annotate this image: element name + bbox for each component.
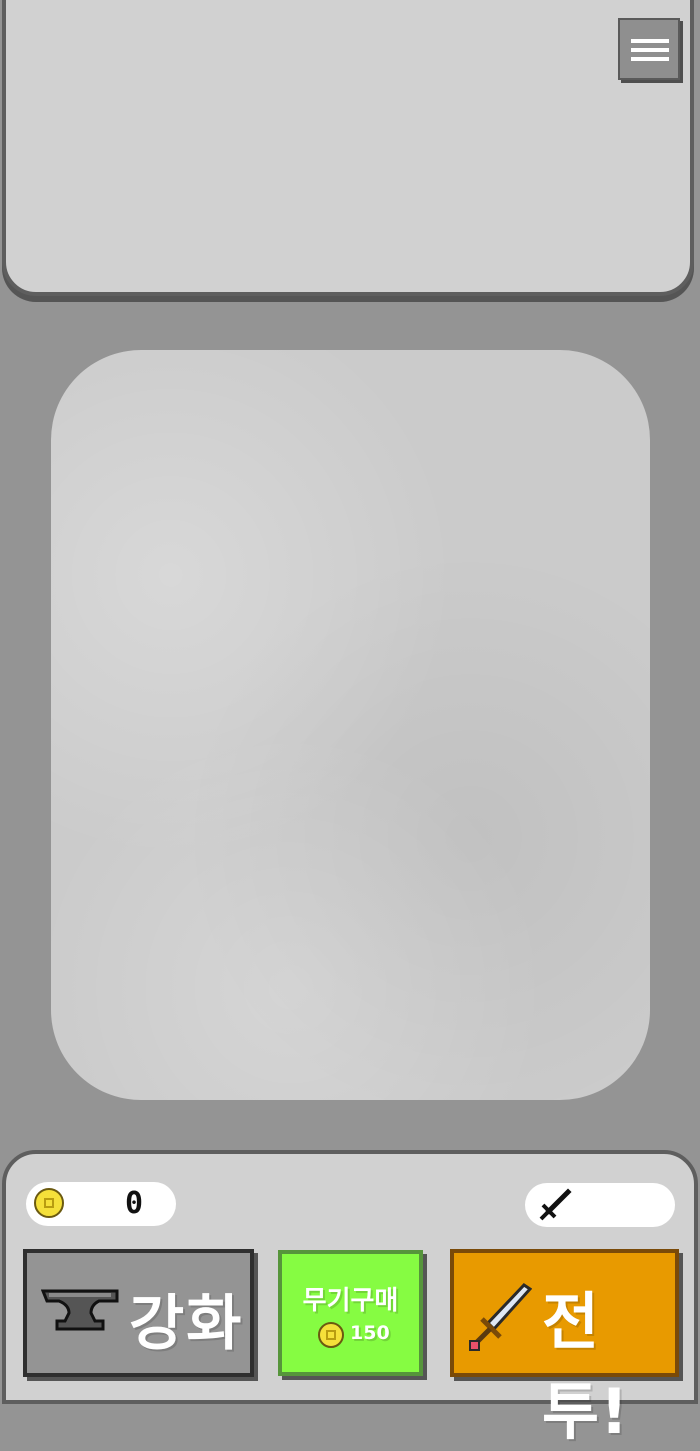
anvil-icon (41, 1289, 119, 1331)
menu-button[interactable] (618, 18, 680, 80)
gold-coin-icon (318, 1322, 344, 1348)
upgrade-label: 강화 (129, 1289, 244, 1359)
sword-icon (539, 1188, 572, 1221)
top-panel (2, 0, 694, 296)
gold-coin-icon (34, 1188, 64, 1218)
sword-icon (469, 1283, 532, 1351)
buy-weapon-button[interactable]: 무기구매 150 (278, 1250, 423, 1376)
upgrade-button[interactable]: 강화 (23, 1249, 254, 1377)
buy-weapon-price: 150 (350, 1322, 390, 1344)
coin-amount: 0 (124, 1186, 144, 1221)
battle-button[interactable]: 전투! (450, 1249, 679, 1448)
weapon-indicator (525, 1183, 675, 1227)
weapon-display-area (51, 350, 650, 1100)
buy-weapon-label: 무기구매 (302, 1286, 399, 1316)
coin-counter: 0 (26, 1182, 176, 1226)
battle-label: 전투! (542, 1285, 630, 1448)
